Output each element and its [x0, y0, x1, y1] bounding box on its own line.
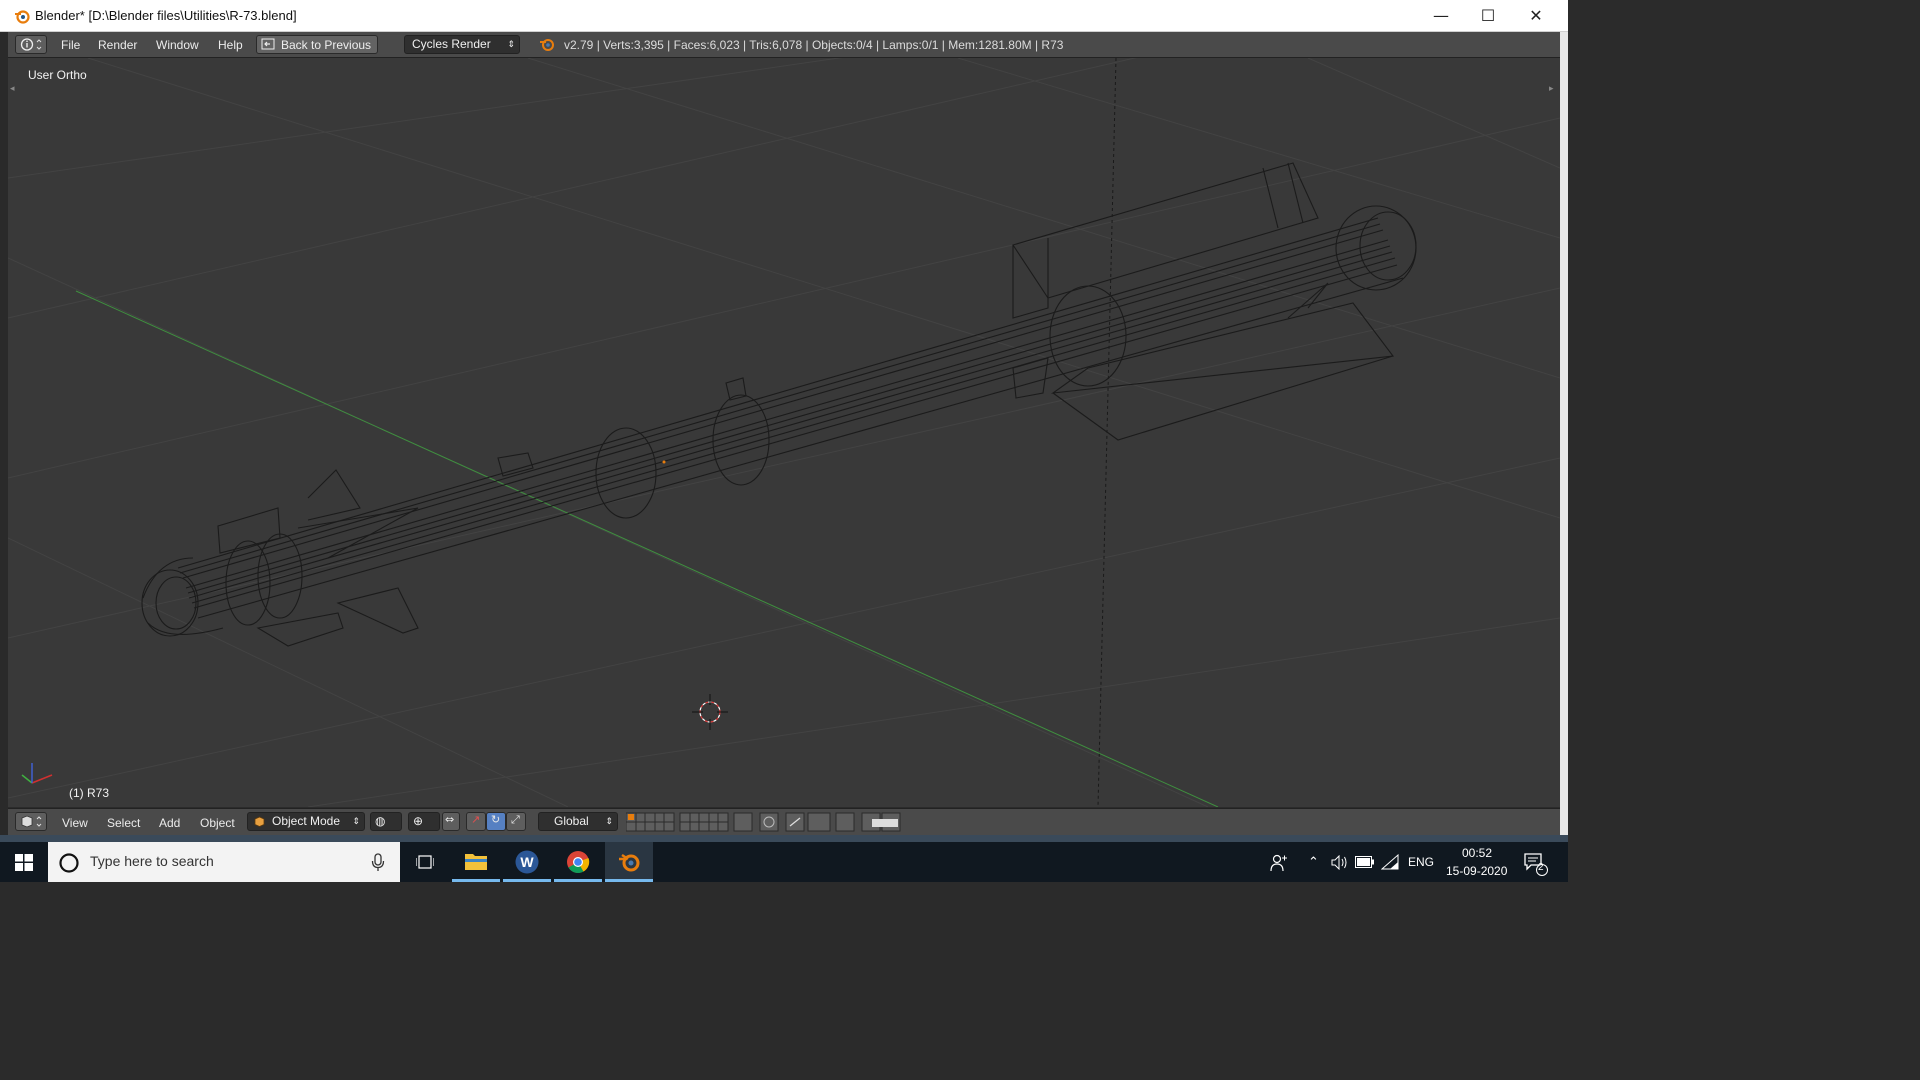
render-engine-value: Cycles Render — [412, 37, 491, 51]
viewport-scene: ◂ ▸ — [8, 58, 1560, 807]
back-arrow-icon — [261, 38, 275, 50]
blender-logo-icon — [15, 10, 30, 24]
active-object-label: (1) R73 — [69, 786, 110, 800]
task-view-icon — [416, 855, 434, 869]
view3d-header: View Select Add Object Object Mode ⇕ ◍ ⊕… — [8, 808, 1560, 836]
window-titlebar: Blender* [D:\Blender files\Utilities\R-7… — [0, 0, 1568, 32]
people-icon[interactable] — [1270, 854, 1288, 872]
scene-statistics: v2.79 | Verts:3,395 | Faces:6,023 | Tris… — [564, 38, 1064, 52]
window-right-edge — [1560, 32, 1568, 842]
file-explorer-taskbar-button[interactable] — [452, 842, 500, 882]
clock-time: 00:52 — [1462, 846, 1493, 860]
cube-icon — [21, 815, 42, 828]
clock-date: 15-09-2020 — [1446, 864, 1508, 878]
manipulator-toggle[interactable]: ⇔ — [442, 812, 460, 831]
menu-select[interactable]: Select — [107, 816, 140, 830]
translate-manipulator-button[interactable]: ↗ — [466, 812, 486, 831]
menu-object[interactable]: Object — [200, 816, 235, 830]
axis-gizmo — [21, 763, 53, 784]
viewport-shading-dropdown[interactable]: ◍ — [370, 812, 402, 831]
menu-file[interactable]: File — [61, 38, 80, 52]
blender-taskbar-button[interactable] — [605, 842, 653, 882]
updown-arrows-icon: ⇕ — [507, 39, 515, 49]
windows-taskbar: Type here to search W ⌃ ENG 00:52 15-09-… — [0, 842, 1568, 882]
battery-icon[interactable] — [1355, 856, 1375, 868]
transform-orientation-dropdown[interactable]: Global ⇕ — [538, 812, 618, 831]
show-hidden-icons-chevron-icon[interactable]: ⌃ — [1308, 854, 1319, 870]
back-to-previous-label: Back to Previous — [281, 38, 372, 52]
pivot-icon: ⊕ — [413, 814, 424, 828]
missile-wireframe — [141, 162, 1417, 647]
minimize-button[interactable]: — — [1418, 0, 1464, 31]
left-region-toggle[interactable]: ◂ — [10, 84, 15, 94]
info-icon — [20, 38, 42, 51]
microphone-icon[interactable] — [371, 853, 385, 872]
notification-count-badge: 2 — [1538, 862, 1544, 873]
menu-help[interactable]: Help — [218, 38, 243, 52]
action-center-button[interactable]: 2 — [1522, 850, 1548, 876]
input-language-indicator[interactable]: ENG — [1408, 855, 1434, 869]
menu-view[interactable]: View — [62, 816, 88, 830]
view-name-label: User Ortho — [28, 68, 87, 82]
wifi-icon[interactable] — [1381, 854, 1399, 870]
maximize-button[interactable]: ☐ — [1465, 0, 1511, 31]
window-left-edge — [0, 32, 8, 842]
desktop-gap — [0, 835, 1568, 842]
windows-start-icon[interactable] — [15, 854, 33, 871]
blender-logo-icon — [540, 39, 554, 51]
pivot-point-dropdown[interactable]: ⊕ — [408, 812, 440, 831]
blender-logo-icon — [619, 853, 640, 872]
clock[interactable]: 00:52 15-09-2020 — [1440, 844, 1516, 880]
window-title: Blender* [D:\Blender files\Utilities\R-7… — [35, 8, 297, 23]
taskbar-search-box[interactable]: Type here to search — [48, 842, 400, 882]
editor-type-button[interactable] — [15, 812, 47, 831]
folder-icon — [465, 854, 487, 870]
updown-arrows-icon: ⇕ — [605, 816, 613, 826]
orientation-value: Global — [554, 814, 589, 828]
mode-dropdown[interactable]: Object Mode ⇕ — [247, 812, 365, 831]
floor-grid — [8, 58, 1560, 807]
object-origin-dot — [662, 460, 666, 464]
layer-buttons[interactable] — [626, 812, 902, 832]
back-to-previous-button[interactable]: Back to Previous — [256, 35, 378, 54]
scale-icon: ⤢ — [511, 813, 520, 826]
scale-manipulator-button[interactable]: ⤢ — [506, 812, 526, 831]
info-header: File Render Window Help Back to Previous… — [8, 32, 1560, 58]
menu-add[interactable]: Add — [159, 816, 180, 830]
translate-arrow-icon: ↗ — [471, 813, 481, 826]
cortana-circle-icon — [59, 853, 79, 873]
svg-text:W: W — [520, 854, 534, 870]
rotate-manipulator-button[interactable]: ↻ — [486, 812, 506, 831]
volume-icon[interactable] — [1331, 855, 1349, 870]
render-engine-dropdown[interactable]: Cycles Render ⇕ — [404, 35, 520, 54]
3d-cursor-icon[interactable] — [692, 694, 728, 730]
word-taskbar-button[interactable]: W — [503, 842, 551, 882]
chrome-icon — [567, 851, 590, 873]
close-button[interactable]: ✕ — [1513, 0, 1559, 31]
editor-type-button[interactable] — [15, 35, 47, 54]
shading-sphere-icon: ◍ — [375, 814, 386, 828]
3d-viewport[interactable]: ◂ ▸ User Ortho (1) R73 — [8, 58, 1560, 807]
menu-window[interactable]: Window — [156, 38, 199, 52]
mode-value: Object Mode — [272, 814, 341, 828]
object-mode-cube-icon — [254, 816, 265, 827]
rotate-icon: ↻ — [491, 813, 501, 826]
word-icon: W — [515, 850, 539, 874]
manipulator-icon: ⇔ — [445, 813, 455, 826]
task-view-button[interactable] — [401, 842, 449, 882]
search-placeholder: Type here to search — [90, 853, 214, 869]
updown-arrows-icon: ⇕ — [352, 816, 360, 826]
right-region-toggle[interactable]: ▸ — [1549, 84, 1554, 94]
notification-icon — [1524, 853, 1548, 876]
chrome-taskbar-button[interactable] — [554, 842, 602, 882]
menu-render[interactable]: Render — [98, 38, 137, 52]
